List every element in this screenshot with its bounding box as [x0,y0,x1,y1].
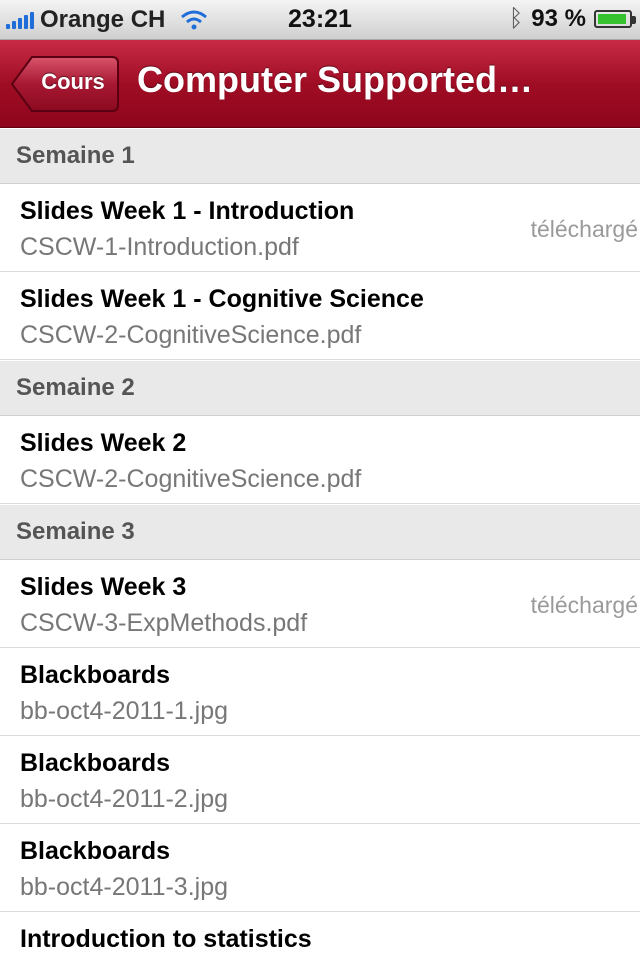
back-button[interactable]: Cours [10,55,120,113]
section-header-semaine-2: Semaine 2 [0,360,640,416]
list-item[interactable]: Slides Week 1 - Introduction CSCW-1-Intr… [0,184,640,272]
file-list: Semaine 1 Slides Week 1 - Introduction C… [0,128,640,960]
download-status: téléchargé [530,216,638,242]
back-button-label: Cours [41,69,105,94]
section-header-semaine-1: Semaine 1 [0,128,640,184]
list-item[interactable]: Slides Week 1 - Cognitive Science CSCW-2… [0,272,640,360]
item-title: Blackboards [20,661,171,689]
item-title: Blackboards [20,749,171,777]
item-filename: bb-oct4-2011-2.jpg [20,785,229,813]
download-status: téléchargé [530,592,638,618]
item-title: Slides Week 1 - Introduction [20,197,355,225]
battery-icon [594,10,636,28]
status-bar: Orange CH 23:21 ᛒ 93 % [0,0,640,40]
list-item[interactable]: Slides Week 2 CSCW-2-CognitiveScience.pd… [0,416,640,504]
item-title: Blackboards [20,837,171,865]
battery-percentage: 93 % [531,5,586,32]
page-title: Computer Supported… [137,59,533,100]
battery-fill [598,14,626,24]
item-filename: CSCW-3-ExpMethods.pdf [20,609,308,637]
status-right: ᛒ 93 % [508,5,636,33]
item-title: Slides Week 2 [20,429,187,457]
item-title: Slides Week 3 [20,573,187,601]
item-filename: CSCW-2-CognitiveScience.pdf [20,321,362,349]
list-item[interactable]: Blackboards bb-oct4-2011-1.jpg [0,648,640,736]
list-item[interactable]: Introduction to statistics [0,912,640,960]
item-filename: bb-oct4-2011-3.jpg [20,873,229,901]
list-item[interactable]: Blackboards bb-oct4-2011-2.jpg [0,736,640,824]
item-filename: bb-oct4-2011-1.jpg [20,697,229,725]
list-item[interactable]: Blackboards bb-oct4-2011-3.jpg [0,824,640,912]
item-title: Introduction to statistics [20,925,312,953]
section-header-semaine-3: Semaine 3 [0,504,640,560]
item-filename: CSCW-2-CognitiveScience.pdf [20,465,362,493]
bluetooth-icon: ᛒ [508,5,524,32]
list-item[interactable]: Slides Week 3 CSCW-3-ExpMethods.pdf télé… [0,560,640,648]
navigation-bar: Cours Computer Supported… [0,40,640,128]
item-title: Slides Week 1 - Cognitive Science [20,285,424,313]
item-filename: CSCW-1-Introduction.pdf [20,233,299,261]
